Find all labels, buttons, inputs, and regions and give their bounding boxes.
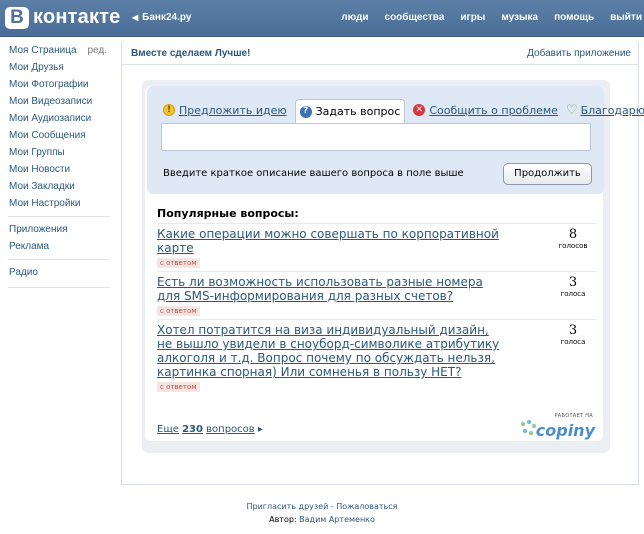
app-header-bar: Вместе сделаем Лучше! Добавить приложени… [122, 42, 638, 65]
ask-panel: ! Предложить идею ? Задать вопрос ✕ Сооб… [147, 86, 644, 194]
sidebar-item-groups[interactable]: Мои Группы [0, 144, 118, 161]
author-link[interactable]: Вадим Артеменко [299, 515, 375, 524]
page-footer: Пригласить друзей - Пожаловаться Автор: … [0, 500, 644, 526]
vote-label: голоса [560, 338, 586, 346]
list-item: Есть ли возможность использовать разные … [157, 271, 597, 319]
nav-music[interactable]: музыка [501, 12, 538, 23]
sidebar-item-label: Моя Страница [9, 45, 77, 56]
list-item: Хотел потратится на виза индивидуальный … [157, 319, 597, 395]
sidebar-item-friends[interactable]: Мои Друзья [0, 59, 118, 76]
vote-number: 8 [568, 227, 578, 242]
sidebar-item-apps[interactable]: Приложения [0, 221, 118, 238]
tab-label: Предложить идею [179, 103, 287, 117]
tab-report-problem[interactable]: ✕ Сообщить о проблеме [413, 104, 558, 117]
tab-label: Благодарю [580, 103, 644, 117]
sidebar-item-bookmarks[interactable]: Мои Закладки [0, 178, 118, 195]
footer-links: Пригласить друзей - Пожаловаться [0, 500, 644, 513]
sidebar-item-my-page[interactable]: Моя Страница ред. [0, 42, 118, 59]
main-content: Вместе сделаем Лучше! Добавить приложени… [121, 42, 644, 485]
logo-letter: B [5, 6, 29, 29]
list-item: Какие операции можно совершать по корпор… [157, 223, 597, 271]
top-header: B контакте ◀ Банк24.ру люди сообщества иг… [0, 0, 644, 37]
app-title[interactable]: Вместе сделаем Лучше! [131, 48, 250, 59]
question-link[interactable]: Есть ли возможность использовать разные … [157, 275, 507, 303]
sidebar-divider [8, 287, 110, 288]
more-suffix: вопросов [206, 424, 255, 435]
feedback-widget: ! Предложить идею ? Задать вопрос ✕ Сооб… [142, 80, 644, 453]
questions-list: Какие операции можно совершать по корпор… [157, 223, 597, 395]
back-link-label: Банк24.ру [142, 12, 192, 23]
invite-friends-link[interactable]: Пригласить друзей [247, 502, 329, 511]
question-icon: ? [299, 105, 312, 118]
sidebar-item-audio[interactable]: Мои Аудиозаписи [0, 110, 118, 127]
sidebar-item-photos[interactable]: Мои Фотографии [0, 76, 118, 93]
sidebar-divider [8, 216, 110, 217]
sidebar-item-videos[interactable]: Мои Видеозаписи [0, 93, 118, 110]
answered-badge: с ответом [157, 258, 200, 268]
more-prefix: Еще [157, 424, 179, 435]
logo-text: контакте [33, 6, 121, 28]
vote-number: 3 [568, 323, 578, 338]
nav-help[interactable]: помощь [554, 12, 594, 23]
sidebar-item-messages[interactable]: Мои Сообщения [0, 127, 118, 144]
sidebar-item-settings[interactable]: Мои Настройки [0, 195, 118, 212]
back-link[interactable]: ◀ Банк24.ру [132, 12, 191, 23]
vote-label: голосов [558, 242, 588, 250]
tab-label: Сообщить о проблеме [429, 103, 558, 117]
top-nav: люди сообщества игры музыка помощь выйти [341, 12, 644, 23]
vote-count: 8 голосов [553, 228, 593, 251]
back-arrow-icon: ◀ [132, 13, 139, 22]
more-questions-link[interactable]: Еще 230 вопросов ▸ [157, 424, 263, 435]
vote-number: 3 [568, 275, 578, 290]
continue-button[interactable]: Продолжить [503, 163, 592, 185]
footer-author: Автор: Вадим Артеменко [0, 513, 644, 526]
nav-logout[interactable]: выйти [610, 12, 642, 23]
question-input[interactable] [161, 123, 591, 151]
popular-title: Популярные вопросы: [157, 207, 299, 220]
problem-icon: ✕ [413, 104, 426, 116]
copiny-logo[interactable]: РАБОТАЕТ НА copiny [519, 413, 595, 440]
chevron-right-icon: ▸ [257, 424, 263, 435]
vkontakte-logo[interactable]: B контакте [5, 6, 121, 29]
vote-label: голоса [560, 290, 586, 298]
nav-people[interactable]: люди [341, 12, 368, 23]
nav-games[interactable]: игры [460, 12, 485, 23]
question-link[interactable]: Хотел потратится на виза индивидуальный … [157, 323, 507, 379]
footer-separator: - [330, 502, 334, 511]
sidebar-divider [8, 259, 110, 260]
answered-badge: с ответом [157, 382, 200, 392]
question-link[interactable]: Какие операции можно совершать по корпор… [157, 227, 507, 255]
tab-label: Задать вопрос [315, 105, 401, 118]
vote-count: 3 голоса [553, 324, 593, 347]
vote-count: 3 голоса [553, 276, 593, 299]
answered-badge: с ответом [157, 306, 200, 316]
input-hint: Введите краткое описание вашего вопроса … [163, 168, 464, 179]
tab-suggest-idea[interactable]: ! Предложить идею [163, 104, 287, 117]
powered-by-label: РАБОТАЕТ НА [554, 413, 593, 419]
add-app-link[interactable]: Добавить приложение [527, 48, 631, 59]
copiny-brand: copiny [535, 421, 595, 440]
left-sidebar: Моя Страница ред. Мои Друзья Мои Фотогра… [0, 42, 118, 292]
lightbulb-icon: ! [163, 104, 175, 116]
tab-ask-question[interactable]: ? Задать вопрос [294, 99, 406, 123]
complain-link[interactable]: Пожаловаться [336, 502, 397, 511]
sidebar-item-news[interactable]: Мои Новости [0, 161, 118, 178]
more-count: 230 [182, 424, 203, 435]
author-label: Автор: [269, 515, 297, 524]
sidebar-item-radio[interactable]: Радио [0, 264, 118, 281]
tab-thanks[interactable]: ♡ Благодарю [566, 103, 644, 118]
sidebar-item-ads[interactable]: Реклама [0, 238, 118, 255]
heart-icon: ♡ [565, 102, 578, 118]
widget-inner: ! Предложить идею ? Задать вопрос ✕ Сооб… [145, 86, 644, 441]
edit-link[interactable]: ред. [87, 42, 107, 59]
feedback-tabs: ! Предложить идею ? Задать вопрос ✕ Сооб… [163, 98, 644, 123]
nav-communities[interactable]: сообщества [385, 12, 445, 23]
